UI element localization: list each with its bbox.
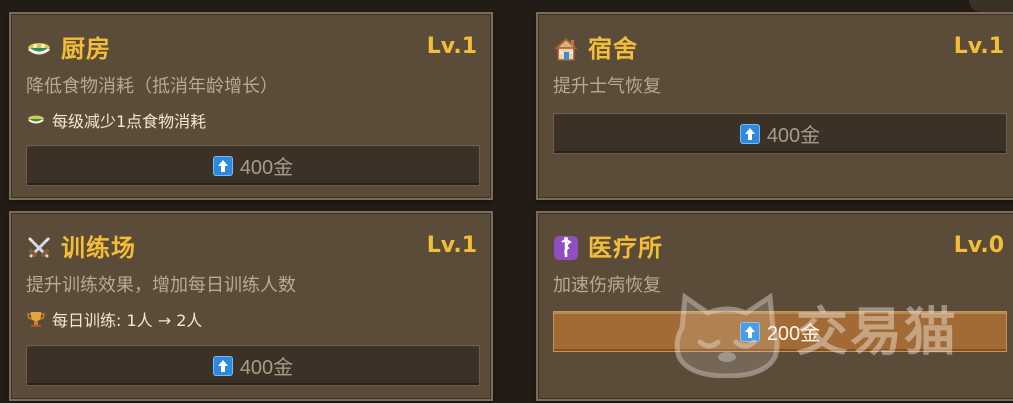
dorm-upgrade-cost: 400金 [766,125,821,147]
bowl-icon [26,110,46,130]
dorm-description: 提升士气恢复 [553,76,661,97]
building-card-training: 训练场 Lv.1 提升训练效果，增加每日训练人数 每日训练: 1人 → 2人 4… [9,211,493,401]
crossed-swords-icon [25,234,53,262]
kitchen-header: 厨房 Lv.1 [25,32,477,66]
building-upgrade-screen: 厨房 Lv.1 降低食物消耗（抵消年龄增长） 每级减少1点食物消耗 400金 宿… [0,0,1013,403]
upgrade-arrow-icon [212,155,233,176]
kitchen-effect: 每级减少1点食物消耗 [26,108,206,132]
kitchen-effect-text: 每级减少1点食物消耗 [52,112,207,131]
dorm-title: 宿舍 [588,35,638,63]
medical-description: 加速伤病恢复 [553,275,661,296]
training-description: 提升训练效果，增加每日训练人数 [26,275,296,296]
building-card-kitchen: 厨房 Lv.1 降低食物消耗（抵消年龄增长） 每级减少1点食物消耗 400金 [9,12,493,200]
kitchen-upgrade-button[interactable]: 400金 [26,145,480,186]
training-effect-text: 每日训练: 1人 → 2人 [52,311,203,330]
training-level: Lv.1 [426,233,477,258]
upgrade-arrow-icon [212,355,233,376]
training-header: 训练场 Lv.1 [25,231,477,265]
medical-title: 医疗所 [588,234,663,262]
dorm-header: 宿舍 Lv.1 [552,32,1004,66]
kitchen-title: 厨房 [61,35,111,63]
medical-icon [552,234,580,262]
trophy-icon [26,309,46,329]
bowl-icon [25,35,53,63]
medical-header: 医疗所 Lv.0 [552,231,1004,265]
upgrade-arrow-icon [739,123,760,144]
training-title: 训练场 [61,234,136,262]
kitchen-upgrade-cost: 400金 [239,157,294,179]
medical-upgrade-button[interactable]: 200金 [553,311,1007,352]
training-effect: 每日训练: 1人 → 2人 [26,307,202,331]
training-upgrade-button[interactable]: 400金 [26,345,480,386]
upgrade-arrow-icon [739,321,760,342]
building-card-dorm: 宿舍 Lv.1 提升士气恢复 400金 [536,12,1013,200]
building-card-medical: 医疗所 Lv.0 加速伤病恢复 200金 [536,211,1013,401]
top-right-panel-edge [969,0,1013,12]
house-icon [552,35,580,63]
medical-upgrade-cost: 200金 [766,323,821,345]
training-upgrade-cost: 400金 [239,357,294,379]
kitchen-level: Lv.1 [426,34,477,59]
medical-level: Lv.0 [953,233,1004,258]
dorm-upgrade-button[interactable]: 400金 [553,113,1007,154]
dorm-level: Lv.1 [953,34,1004,59]
kitchen-description: 降低食物消耗（抵消年龄增长） [26,76,278,97]
